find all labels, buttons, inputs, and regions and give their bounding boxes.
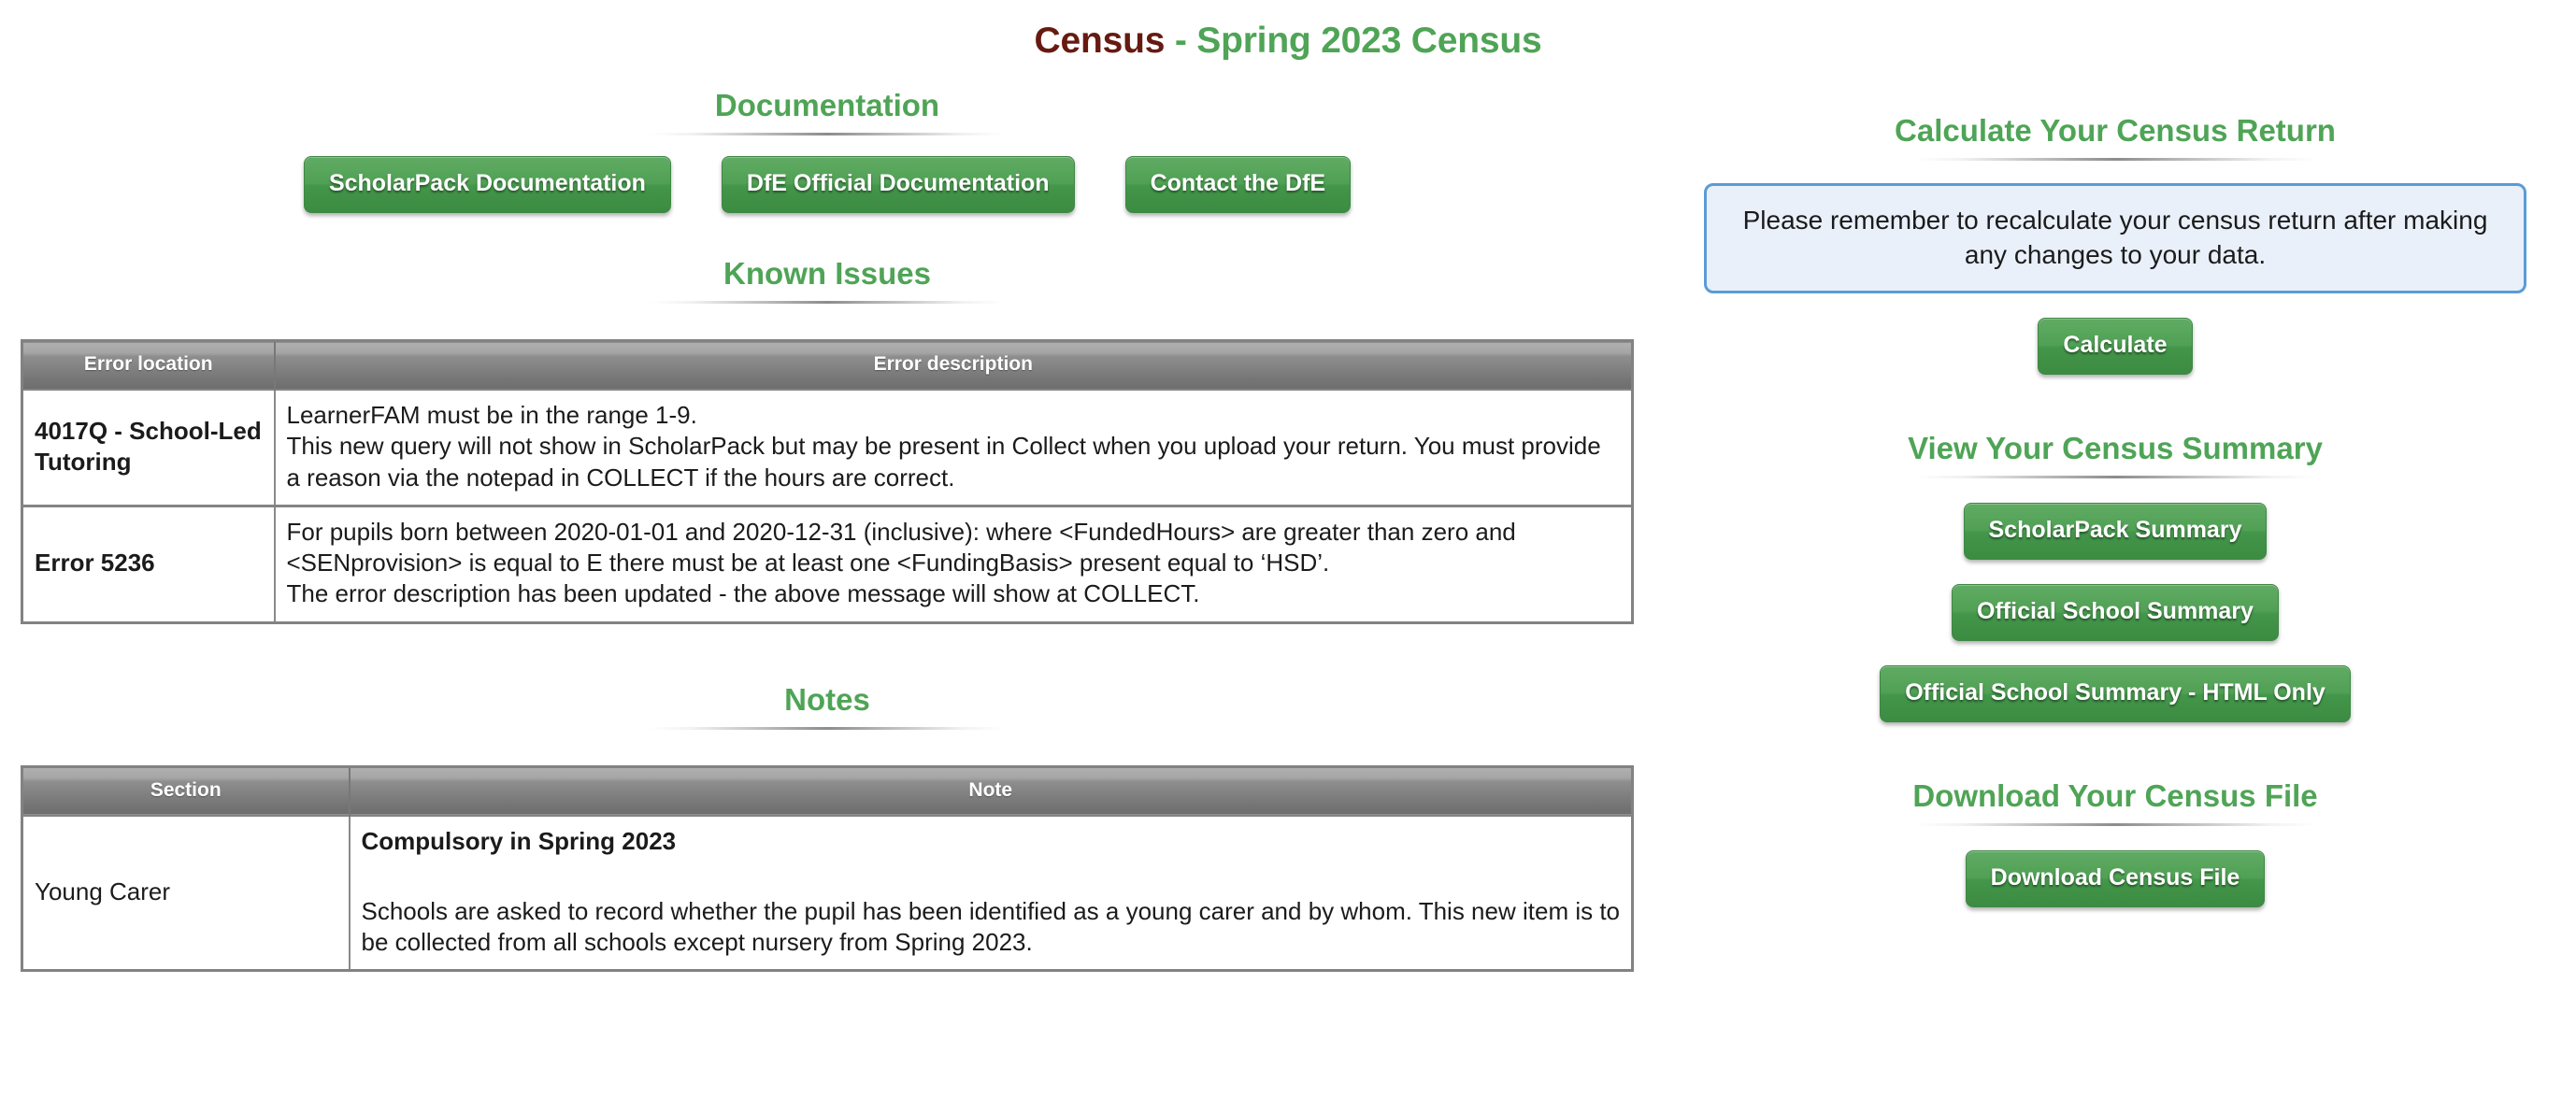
left-column: Documentation ScholarPack Documentation …	[0, 62, 1654, 972]
download-section: Download Your Census File Download Censu…	[1654, 778, 2576, 907]
summary-divider	[1914, 476, 2316, 478]
documentation-buttons: ScholarPack Documentation DfE Official D…	[0, 156, 1654, 213]
notes-table-wrap: Section Note Young Carer Compulsory in S…	[21, 765, 1634, 973]
calculate-divider	[1914, 158, 2316, 161]
table-row: Young Carer Compulsory in Spring 2023 Sc…	[22, 816, 1633, 971]
known-issues-description-2: For pupils born between 2020-01-01 and 2…	[275, 506, 1633, 622]
scholarpack-summary-row: ScholarPack Summary	[1654, 503, 2576, 560]
notes-section-1: Young Carer	[22, 816, 350, 971]
documentation-section: Documentation ScholarPack Documentation …	[0, 88, 1654, 213]
calculate-heading: Calculate Your Census Return	[1654, 113, 2576, 149]
known-issues-divider	[650, 301, 1005, 304]
calculate-button-row: Calculate	[1654, 318, 2576, 375]
known-issues-description-1-line-2: This new query will not show in ScholarP…	[287, 431, 1621, 493]
official-school-summary-row: Official School Summary	[1654, 584, 2576, 641]
scholarpack-summary-button[interactable]: ScholarPack Summary	[1964, 503, 2268, 560]
documentation-heading: Documentation	[0, 88, 1654, 123]
known-issues-location-2: Error 5236	[22, 506, 275, 622]
notes-note-1: Compulsory in Spring 2023 Schools are as…	[350, 816, 1633, 971]
known-issues-col-error-description: Error description	[275, 341, 1633, 391]
known-issues-heading: Known Issues	[0, 256, 1654, 292]
known-issues-section: Known Issues Error location Error descri…	[0, 256, 1654, 624]
documentation-divider	[650, 133, 1005, 135]
official-school-summary-html-only-button[interactable]: Official School Summary - HTML Only	[1880, 665, 2351, 722]
right-column: Calculate Your Census Return Please reme…	[1654, 62, 2576, 907]
notes-col-note: Note	[350, 766, 1633, 816]
known-issues-description-2-line-1: For pupils born between 2020-01-01 and 2…	[287, 517, 1621, 579]
page-title: Census - Spring 2023 Census	[0, 0, 2576, 62]
page-columns: Documentation ScholarPack Documentation …	[0, 62, 2576, 972]
scholarpack-documentation-button[interactable]: ScholarPack Documentation	[304, 156, 671, 213]
official-school-summary-html-row: Official School Summary - HTML Only	[1654, 665, 2576, 722]
notes-table: Section Note Young Carer Compulsory in S…	[21, 765, 1634, 973]
notes-note-1-body: Schools are asked to record whether the …	[362, 897, 1621, 956]
download-button-row: Download Census File	[1654, 850, 2576, 907]
notes-section: Notes Section Note Young Carer	[0, 682, 1654, 973]
summary-section: View Your Census Summary ScholarPack Sum…	[1654, 431, 2576, 722]
known-issues-table: Error location Error description 4017Q -…	[21, 339, 1634, 624]
known-issues-description-1-line-1: LearnerFAM must be in the range 1-9.	[287, 400, 1621, 431]
notes-note-1-title: Compulsory in Spring 2023	[362, 826, 1621, 857]
calculate-section: Calculate Your Census Return Please reme…	[1654, 113, 2576, 375]
page-title-separator: -	[1175, 21, 1187, 61]
contact-the-dfe-button[interactable]: Contact the DfE	[1125, 156, 1352, 213]
download-heading: Download Your Census File	[1654, 778, 2576, 814]
official-school-summary-button[interactable]: Official School Summary	[1952, 584, 2279, 641]
notes-col-section: Section	[22, 766, 350, 816]
download-census-file-button[interactable]: Download Census File	[1966, 850, 2266, 907]
known-issues-description-2-line-2: The error description has been updated -…	[287, 578, 1621, 609]
known-issues-location-1: 4017Q - School-Led Tutoring	[22, 390, 275, 506]
download-divider	[1914, 823, 2316, 826]
notes-divider	[650, 727, 1005, 730]
page-title-main: Census	[1035, 21, 1166, 61]
table-row: 4017Q - School-Led Tutoring LearnerFAM m…	[22, 390, 1633, 506]
notes-header-row: Section Note	[22, 766, 1633, 816]
recalculate-alert: Please remember to recalculate your cens…	[1704, 183, 2526, 293]
dfe-official-documentation-button[interactable]: DfE Official Documentation	[722, 156, 1075, 213]
known-issues-description-1: LearnerFAM must be in the range 1-9. Thi…	[275, 390, 1633, 506]
table-row: Error 5236 For pupils born between 2020-…	[22, 506, 1633, 622]
known-issues-col-error-location: Error location	[22, 341, 275, 391]
page-title-sub: Spring 2023 Census	[1196, 21, 1541, 61]
known-issues-header-row: Error location Error description	[22, 341, 1633, 391]
notes-heading: Notes	[0, 682, 1654, 718]
summary-heading: View Your Census Summary	[1654, 431, 2576, 466]
known-issues-table-wrap: Error location Error description 4017Q -…	[21, 339, 1634, 624]
calculate-button[interactable]: Calculate	[2038, 318, 2192, 375]
